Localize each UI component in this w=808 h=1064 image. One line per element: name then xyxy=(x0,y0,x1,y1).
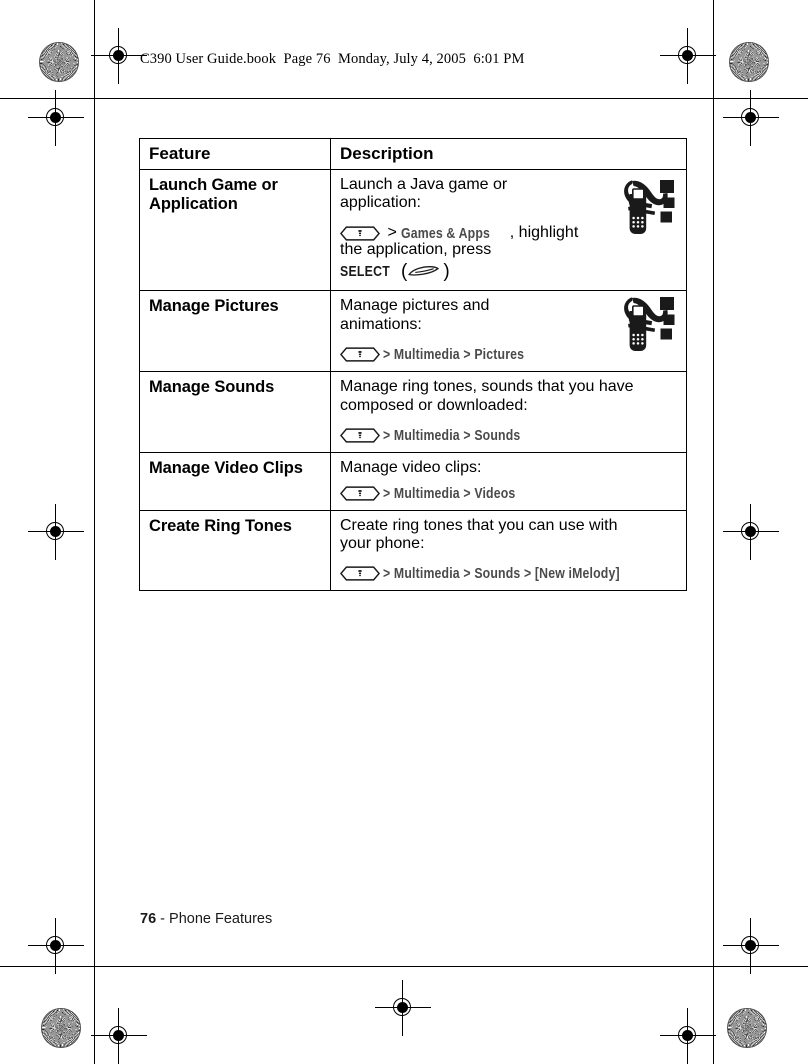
path-separator: > xyxy=(383,224,402,242)
description-line: Create ring tones that you can use with xyxy=(340,516,618,534)
description-line: your phone: xyxy=(340,535,425,553)
multimedia-phone-icon xyxy=(616,293,682,355)
feature-description-cell: Create ring tones that you can use with … xyxy=(330,509,687,592)
footer-separator: - xyxy=(156,911,170,927)
page-footer: 76 - Phone Features xyxy=(140,911,272,927)
feature-name-cell: Manage Pictures xyxy=(139,290,331,372)
description-line: Manage pictures and xyxy=(340,297,490,315)
description-text: Manage ring tones, sounds that you have … xyxy=(340,378,658,416)
menu-key-icon xyxy=(340,566,380,581)
footer-page-number: 76 xyxy=(140,911,157,927)
table-row: Manage Video Clips Manage video clips: >… xyxy=(139,451,687,511)
feature-description-cell: Manage ring tones, sounds that you have … xyxy=(330,370,687,453)
description-text: Launch a Java game or application: xyxy=(340,176,592,214)
column-header-description: Description xyxy=(330,138,687,170)
table-row: Launch Game or Application Launch a Java… xyxy=(139,168,687,292)
phone-features-table: Feature Description Launch Game or Appli… xyxy=(139,138,687,592)
print-calibration-starburst-bottom-left xyxy=(41,1008,81,1048)
registration-target-top-right xyxy=(660,28,716,84)
trim-rule-horizontal-top xyxy=(0,98,808,100)
registration-target-bottom-right xyxy=(660,1008,716,1064)
description-line: animations: xyxy=(340,316,422,334)
description-line: application: xyxy=(340,194,421,212)
column-header-feature: Feature xyxy=(139,138,331,170)
feature-name-cell: Manage Sounds xyxy=(139,370,331,453)
menu-path-text: > Multimedia > Videos xyxy=(383,484,516,502)
registration-target-right-upper xyxy=(723,90,779,146)
menu-path-games-apps: Games & Apps xyxy=(401,224,491,242)
registration-target-left-middle xyxy=(28,504,84,560)
table-row: Create Ring Tones Create ring tones that… xyxy=(139,509,687,592)
path-trailing-text: , highlight xyxy=(509,224,579,242)
menu-path-line: > Multimedia > Sounds > [New iMelody] xyxy=(340,566,677,581)
registration-target-right-middle xyxy=(723,504,779,560)
book-header-line: C390 User Guide.book Page 76 Monday, Jul… xyxy=(140,51,525,67)
footer-section-title: Phone Features xyxy=(169,911,273,927)
print-calibration-starburst-top-right xyxy=(729,42,769,82)
registration-target-right-lower xyxy=(723,918,779,974)
menu-key-icon xyxy=(340,347,380,362)
description-text: Manage video clips: xyxy=(340,459,658,478)
description-line: composed or downloaded: xyxy=(340,396,528,414)
registration-target-bottom-center xyxy=(375,980,431,1036)
feature-description-cell: Manage pictures and animations: > Multim… xyxy=(330,290,687,372)
description-text: Create ring tones that you can use with … xyxy=(340,517,658,555)
table-row: Manage Sounds Manage ring tones, sounds … xyxy=(139,370,687,453)
softkey-label-select: SELECT xyxy=(340,263,391,281)
multimedia-phone-icon xyxy=(616,176,682,238)
menu-key-icon xyxy=(340,226,380,241)
menu-path-text: > Multimedia > Sounds > [New iMelody] xyxy=(383,565,620,583)
trim-rule-horizontal-bottom xyxy=(0,966,808,968)
menu-key-icon xyxy=(340,428,380,443)
select-key-icon xyxy=(407,264,443,279)
menu-path-text: > Multimedia > Sounds xyxy=(383,426,521,444)
table-header-row: Feature Description xyxy=(139,138,687,170)
registration-target-bottom-left xyxy=(91,1008,147,1064)
trim-rule-vertical-left xyxy=(94,0,96,1064)
description-text: Manage pictures and animations: xyxy=(340,297,592,335)
menu-path-line: > Multimedia > Sounds xyxy=(340,428,677,443)
description-continuation: the application, press xyxy=(340,241,492,259)
description-line: Launch a Java game or xyxy=(340,175,508,193)
feature-description-cell: Launch a Java game or application: > Gam… xyxy=(330,168,687,292)
description-line: Manage video clips: xyxy=(340,458,482,476)
menu-path-line: > Multimedia > Videos xyxy=(340,486,677,501)
softkey-line: SELECT( ) xyxy=(340,262,677,281)
trim-rule-vertical-right xyxy=(713,0,715,1064)
registration-target-left-upper xyxy=(28,90,84,146)
print-calibration-starburst-top-left xyxy=(39,42,79,82)
feature-name-cell: Manage Video Clips xyxy=(139,451,331,511)
feature-name-cell: Launch Game or Application xyxy=(139,168,331,292)
description-line: Manage ring tones, sounds that you have xyxy=(340,377,634,395)
print-calibration-starburst-bottom-right xyxy=(727,1008,767,1048)
registration-target-left-lower xyxy=(28,918,84,974)
table-row: Manage Pictures Manage pictures and anim… xyxy=(139,290,687,372)
menu-path-text: > Multimedia > Pictures xyxy=(383,345,525,363)
paren-close: ) xyxy=(443,261,450,283)
menu-key-icon xyxy=(340,485,380,501)
registration-target-top-left xyxy=(91,28,147,84)
feature-name-cell: Create Ring Tones xyxy=(139,509,331,592)
feature-description-cell: Manage video clips: > Multimedia > Video… xyxy=(330,451,687,511)
